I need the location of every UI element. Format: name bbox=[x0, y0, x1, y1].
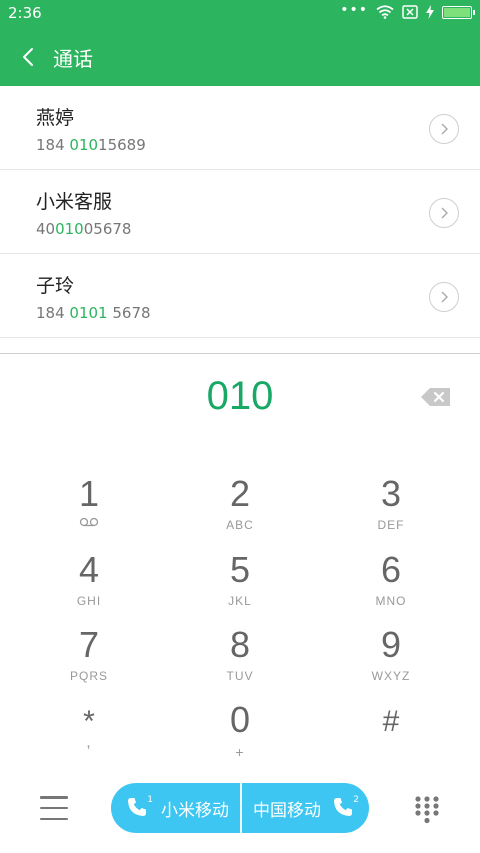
key-letters: ABC bbox=[226, 518, 254, 532]
contact-name: 子玲 bbox=[36, 275, 75, 297]
key-star[interactable]: * , bbox=[29, 706, 149, 776]
key-digit: 0 bbox=[229, 699, 251, 740]
contact-row[interactable]: 燕婷 184 01015689 bbox=[0, 86, 480, 170]
key-letters: TUV bbox=[226, 669, 254, 683]
key-letters: DEF bbox=[377, 518, 405, 532]
menu-line bbox=[40, 817, 68, 820]
key-6[interactable]: 6 MNO bbox=[331, 550, 451, 620]
dialed-number: 010 bbox=[206, 374, 274, 418]
call-sim2-button[interactable]: 中国移动 2 bbox=[241, 783, 369, 833]
phone-icon: 2 bbox=[333, 795, 359, 819]
key-digit: 4 bbox=[78, 549, 100, 590]
call-bar: 1 小米移动 中国移动 2 bbox=[111, 783, 369, 833]
sim-index: 1 bbox=[147, 795, 153, 805]
key-2[interactable]: 2 ABC bbox=[180, 474, 300, 544]
phone-icon: 1 bbox=[127, 795, 153, 819]
key-9[interactable]: 9 WXYZ bbox=[331, 625, 451, 695]
key-1[interactable]: 1 bbox=[29, 474, 149, 544]
key-letters: JKL bbox=[228, 594, 252, 608]
backspace-icon bbox=[421, 388, 450, 406]
divider bbox=[0, 353, 480, 354]
charging-icon bbox=[426, 5, 434, 19]
key-digit: 2 bbox=[229, 473, 251, 514]
contact-row[interactable]: 小米客服 4001005678 bbox=[0, 170, 480, 254]
dialpad-toggle-button[interactable] bbox=[414, 795, 440, 825]
key-digit: 6 bbox=[380, 549, 402, 590]
more-dots-icon: ••• bbox=[340, 2, 368, 18]
sim1-label: 小米移动 bbox=[161, 800, 229, 821]
key-digit: # bbox=[382, 705, 400, 738]
backspace-button[interactable] bbox=[420, 386, 452, 408]
no-sim-icon bbox=[402, 5, 418, 19]
status-time: 2:36 bbox=[8, 4, 42, 22]
battery-icon bbox=[442, 5, 475, 19]
number-prefix: 184 bbox=[36, 304, 70, 322]
title-bar: 通话 bbox=[0, 28, 480, 86]
key-digit: 1 bbox=[78, 473, 100, 514]
call-sim1-button[interactable]: 1 小米移动 bbox=[111, 783, 240, 833]
number-match: 0101 bbox=[69, 304, 108, 322]
number-suffix: 15689 bbox=[98, 136, 146, 154]
chevron-right-icon bbox=[441, 207, 448, 219]
key-7[interactable]: 7 PQRS bbox=[29, 625, 149, 695]
status-icons: ••• bbox=[340, 2, 475, 19]
key-0[interactable]: 0 + bbox=[180, 700, 300, 770]
chevron-right-icon bbox=[441, 123, 448, 135]
menu-line bbox=[40, 796, 68, 799]
key-digit: 7 bbox=[78, 624, 100, 665]
contact-number: 184 0101 5678 bbox=[36, 304, 151, 322]
key-3[interactable]: 3 DEF bbox=[331, 474, 451, 544]
key-letters: MNO bbox=[375, 594, 407, 608]
battery-level bbox=[444, 7, 470, 17]
contact-list: 燕婷 184 01015689 小米客服 4001005678 子玲 184 0… bbox=[0, 86, 480, 338]
contact-row[interactable]: 子玲 184 0101 5678 bbox=[0, 254, 480, 338]
contact-name: 燕婷 bbox=[36, 107, 75, 129]
key-digit: 9 bbox=[380, 624, 402, 665]
contact-detail-button[interactable] bbox=[429, 114, 459, 144]
key-letters: , bbox=[86, 734, 92, 751]
key-digit: 5 bbox=[229, 549, 251, 590]
key-digit: 8 bbox=[229, 624, 251, 665]
back-button[interactable] bbox=[12, 41, 44, 73]
contact-number: 184 01015689 bbox=[36, 136, 146, 154]
key-letters: GHI bbox=[76, 594, 102, 608]
chevron-right-icon bbox=[441, 291, 448, 303]
status-bar: 2:36 ••• bbox=[0, 0, 480, 28]
sim-index: 2 bbox=[353, 795, 359, 805]
key-letters: WXYZ bbox=[371, 669, 411, 683]
contact-detail-button[interactable] bbox=[429, 282, 459, 312]
sim2-label: 中国移动 bbox=[253, 800, 321, 821]
key-letters: PQRS bbox=[69, 669, 108, 683]
contact-number: 4001005678 bbox=[36, 220, 131, 238]
key-digit: 3 bbox=[380, 473, 402, 514]
menu-line bbox=[40, 806, 68, 810]
number-prefix: 40 bbox=[36, 220, 56, 238]
menu-button[interactable] bbox=[40, 796, 68, 820]
contact-name: 小米客服 bbox=[36, 191, 113, 213]
key-8[interactable]: 8 TUV bbox=[180, 625, 300, 695]
number-prefix: 184 bbox=[36, 136, 70, 154]
dialpad-icon bbox=[415, 796, 439, 824]
key-hash[interactable]: # bbox=[331, 706, 451, 776]
page-title: 通话 bbox=[53, 47, 93, 71]
number-suffix: 5678 bbox=[107, 304, 151, 322]
number-suffix: 05678 bbox=[83, 220, 132, 238]
key-5[interactable]: 5 JKL bbox=[180, 550, 300, 620]
chevron-left-icon bbox=[23, 48, 33, 66]
number-match: 010 bbox=[69, 136, 99, 154]
key-letters: + bbox=[235, 744, 245, 760]
contact-detail-button[interactable] bbox=[429, 198, 459, 228]
wifi-icon bbox=[376, 5, 394, 19]
number-match: 010 bbox=[55, 220, 84, 238]
key-4[interactable]: 4 GHI bbox=[29, 550, 149, 620]
voicemail-icon bbox=[79, 517, 99, 527]
